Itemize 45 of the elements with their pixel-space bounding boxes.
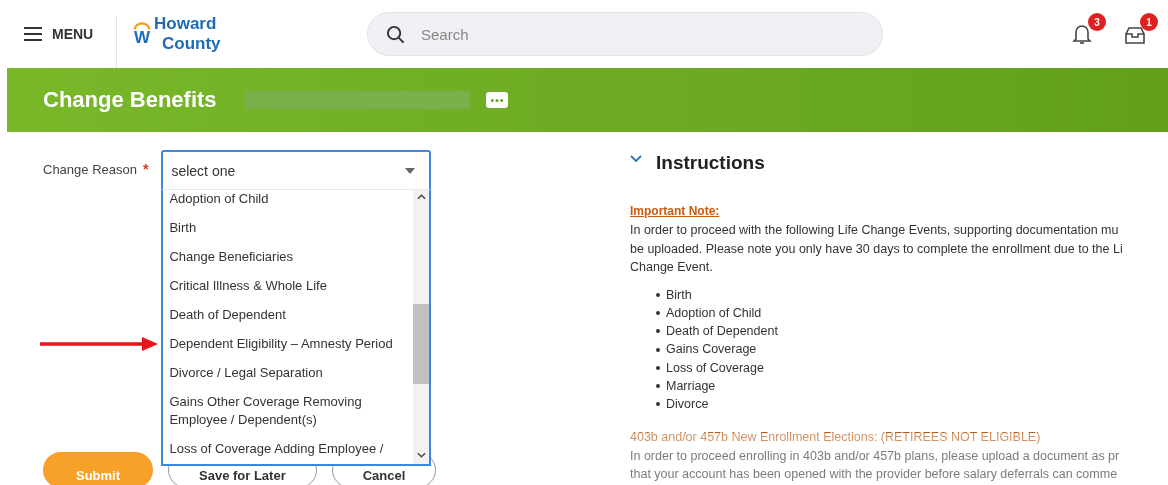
event-item: Adoption of Child	[666, 304, 762, 322]
required-mark: *	[142, 161, 149, 177]
dropdown-option[interactable]: Dependent Eligibility – Amnesty Period	[163, 329, 414, 358]
event-item: Gains Coverage	[666, 341, 757, 359]
caret-icon	[405, 167, 416, 174]
dropdown-option[interactable]: Birth	[163, 213, 414, 242]
dropdown-option[interactable]: Critical Illness & Whole Life	[163, 271, 414, 300]
search-field[interactable]: Search	[367, 12, 883, 56]
note-text: In order to proceed with the following Life Change Events, supporting documentation mu be uploaded. Please note you only have 30 days to complete the enrollment due to the Li Change Event.	[630, 222, 1124, 276]
bell-icon[interactable]	[1072, 23, 1092, 45]
logo-text: Howard	[154, 14, 218, 34]
notification-badge: 3	[1088, 13, 1106, 31]
section-heading: 403b and/or 457b New Enrollment Elections: (RETIREES NOT ELIGIBLE)	[630, 429, 1041, 444]
search-icon	[386, 24, 405, 44]
section-text: In order to proceed enrolling in 403b and/or 457b plans, please upload a document as pr that your account has been opened with the provider before salary deferrals can comme	[630, 447, 1121, 484]
menu-button[interactable]: MENU	[24, 22, 116, 46]
inbox-icon[interactable]	[1124, 25, 1146, 45]
scroll-up-icon	[416, 194, 426, 200]
scrollbar[interactable]	[413, 190, 430, 464]
ellipsis-icon	[489, 97, 504, 103]
page-title: Change Benefits	[43, 87, 217, 113]
chevron-icon[interactable]	[630, 155, 642, 163]
logo-text: County	[161, 34, 221, 54]
event-item: Divorce	[666, 396, 709, 414]
dropdown-option[interactable]: Adoption of Child	[163, 190, 414, 213]
scroll-thumb[interactable]	[413, 304, 430, 384]
more-button[interactable]	[485, 92, 508, 108]
dropdown-option[interactable]: Death of Dependent	[163, 300, 414, 329]
menu-icon	[24, 27, 42, 41]
note-heading: Important Note:	[630, 204, 720, 218]
dropdown-field[interactable]: select one	[161, 150, 432, 190]
dropdown-option[interactable]: Change Beneficiaries	[163, 242, 414, 271]
dropdown-option[interactable]: Gains Other Coverage Removing Employee / Dependent(s)	[163, 387, 414, 434]
dropdown-option[interactable]: Divorce / Legal Separation	[163, 358, 414, 387]
event-item: Death of Dependent	[666, 323, 778, 341]
event-item: Birth	[666, 286, 692, 304]
field-label: Change Reason	[43, 162, 137, 177]
search-input[interactable]: Search	[419, 24, 864, 44]
event-item: Marriage	[666, 378, 716, 395]
logo-arc-icon	[133, 22, 151, 30]
event-item: Loss of Coverage	[666, 359, 764, 377]
logo-mark: W	[133, 22, 151, 46]
section-title: Instructions	[656, 152, 765, 174]
scroll-down-icon	[416, 452, 426, 458]
inbox-badge: 1	[1140, 13, 1158, 31]
